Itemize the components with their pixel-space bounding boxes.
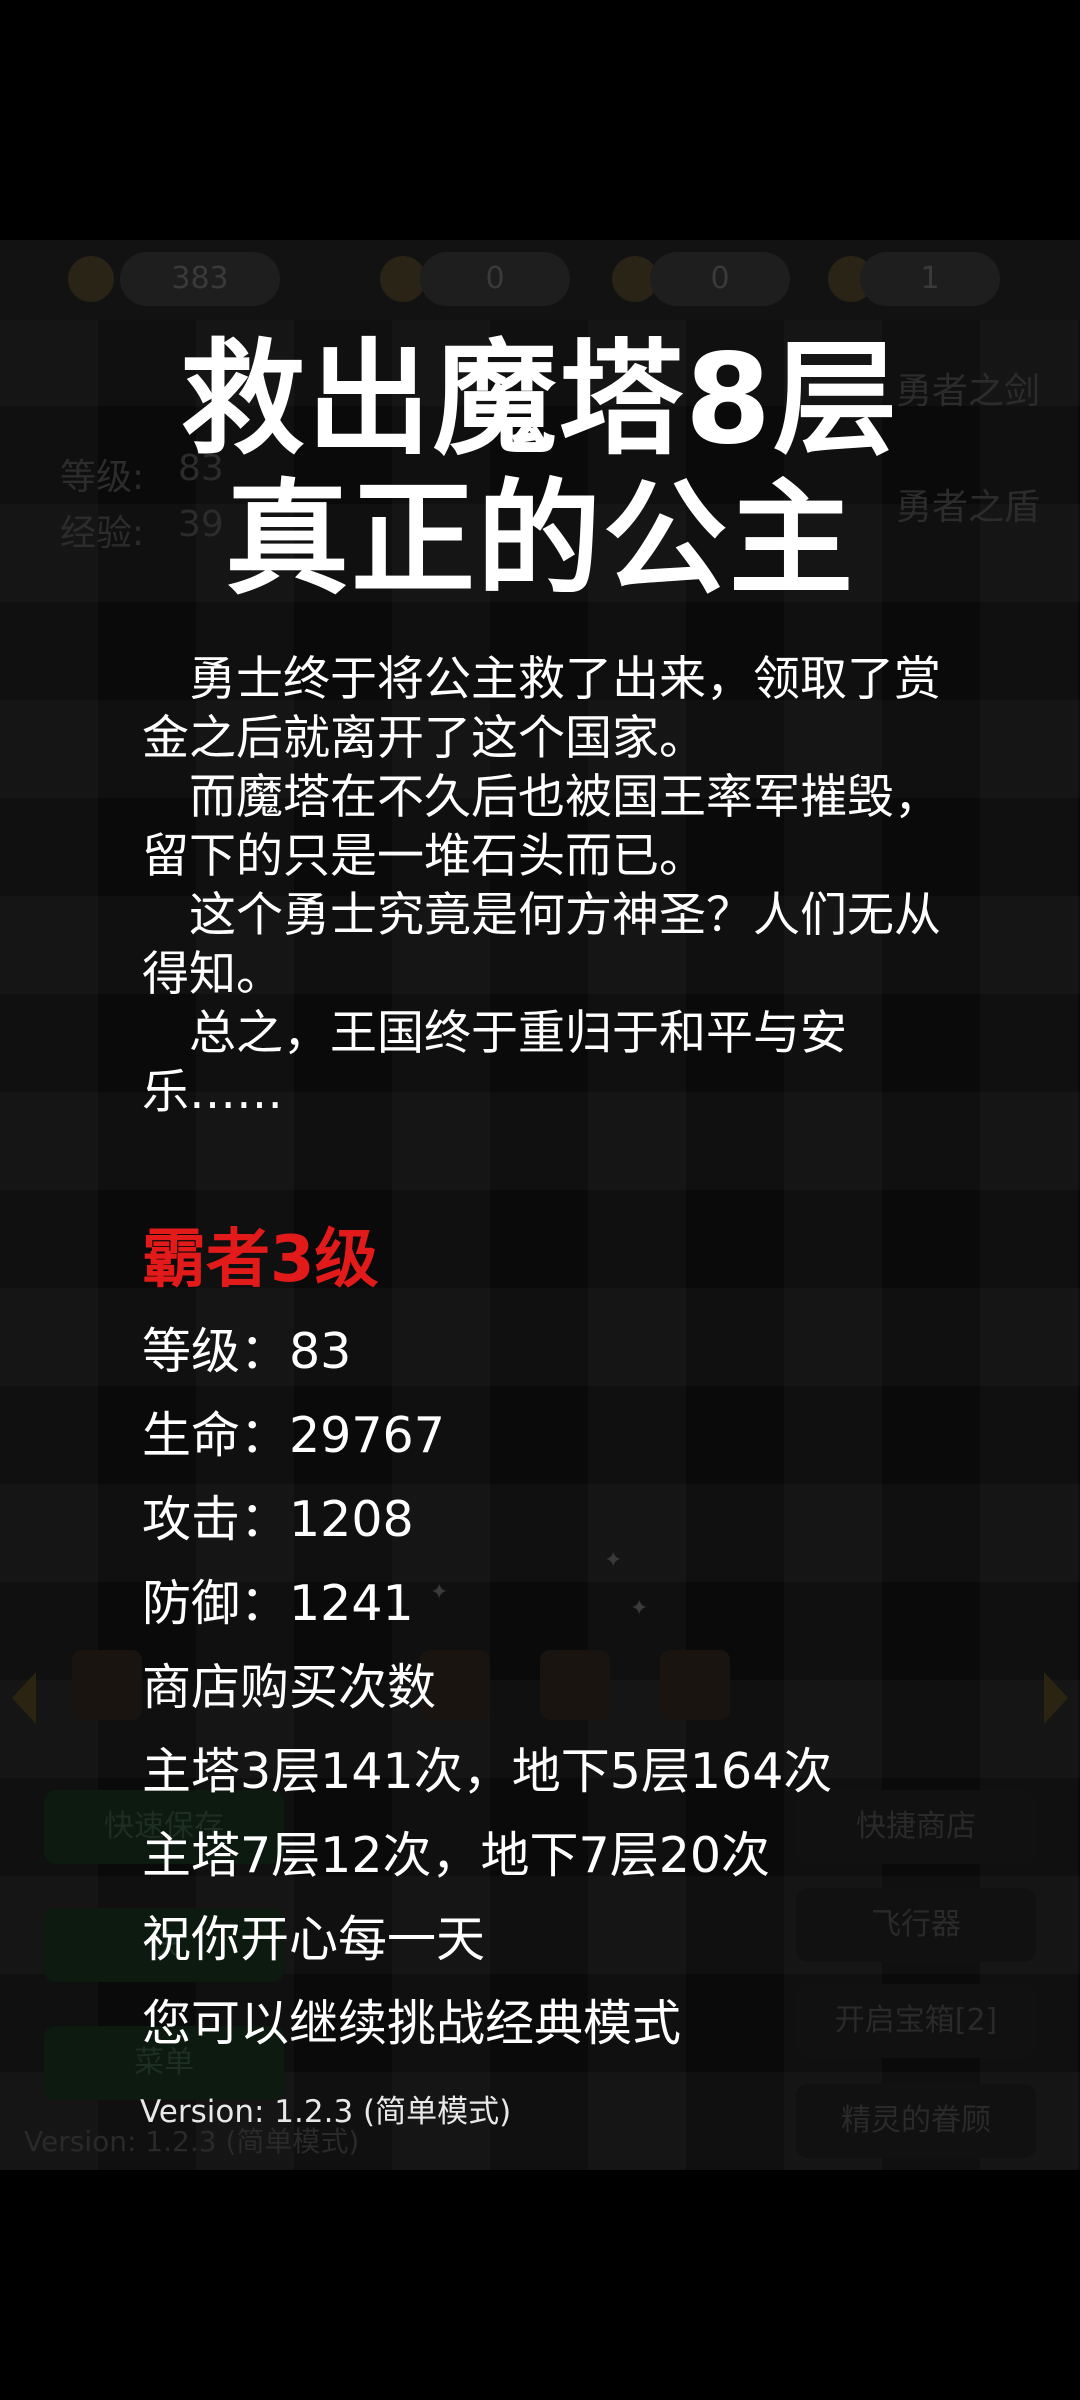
shop-purchase-header: 商店购买次数 <box>142 1659 437 1716</box>
story-paragraph: 总之，王国终于重归于和平与安乐…… <box>142 1006 847 1120</box>
story-paragraph: 而魔塔在不久后也被国王率军摧毁，留下的只是一堆石头而已。 <box>142 770 941 884</box>
shop-purchase-line-1: 主塔3层141次，地下5层164次 <box>142 1743 833 1800</box>
ending-story: 勇士终于将公主救了出来，领取了赏金之后就离开了这个国家。 而魔塔在不久后也被国王… <box>142 650 942 1122</box>
rank-title: 霸者3级 <box>142 1223 379 1297</box>
final-defense: 防御：1241 <box>142 1575 414 1632</box>
ending-overlay[interactable]: 救出魔塔8层 真正的公主 勇士终于将公主救了出来，领取了赏金之后就离开了这个国家… <box>0 0 1080 2400</box>
final-level: 等级：83 <box>142 1323 352 1380</box>
wish-message: 祝你开心每一天 <box>142 1911 486 1968</box>
continue-classic-hint: 您可以继续挑战经典模式 <box>142 1995 682 2052</box>
story-paragraph: 勇士终于将公主救了出来，领取了赏金之后就离开了这个国家。 <box>142 652 941 766</box>
final-attack: 攻击：1208 <box>142 1491 414 1548</box>
ending-title: 救出魔塔8层 真正的公主 <box>0 330 1080 610</box>
ending-title-line-1: 救出魔塔8层 <box>180 328 900 472</box>
ending-title-line-2: 真正的公主 <box>224 468 855 612</box>
version-label: Version: 1.2.3 (简单模式) <box>140 2094 512 2130</box>
shop-purchase-line-2: 主塔7层12次，地下7层20次 <box>142 1827 771 1884</box>
story-paragraph: 这个勇士究竟是何方神圣？人们无从得知。 <box>142 888 941 1002</box>
final-hp: 生命：29767 <box>142 1407 445 1464</box>
